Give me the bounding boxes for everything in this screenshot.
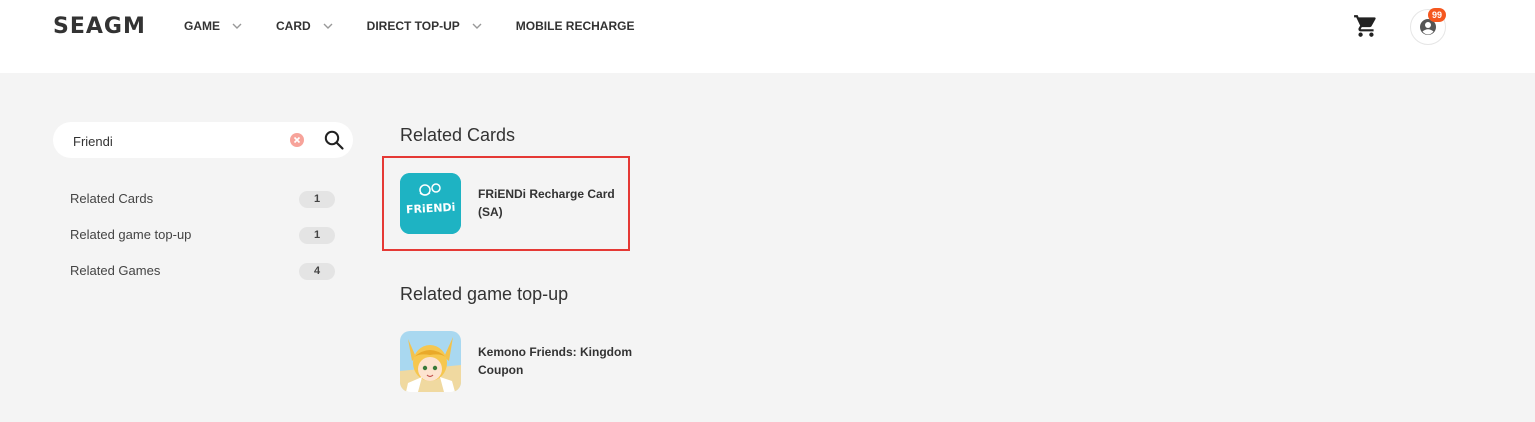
count-badge: 1: [299, 191, 335, 208]
search-box: [53, 122, 353, 158]
nav-item-label: DIRECT TOP-UP: [366, 19, 460, 33]
chevron-down-icon: [472, 23, 482, 29]
notification-badge: 99: [1428, 8, 1446, 22]
nav-item-mobile-recharge[interactable]: MOBILE RECHARGE: [516, 18, 635, 34]
sidebar-item-related-games[interactable]: Related Games 4: [70, 263, 335, 281]
count-badge: 1: [299, 227, 335, 244]
nav-item-game[interactable]: GAME: [184, 18, 242, 34]
sidebar-item-label: Related Cards: [70, 191, 154, 206]
seagm-logo[interactable]: SEAGM: [53, 14, 146, 39]
nav-item-label: MOBILE RECHARGE: [515, 19, 635, 33]
section-title-related-game-top-up: Related game top-up: [400, 284, 569, 304]
sidebar-item-related-game-top-up[interactable]: Related game top-up 1: [70, 227, 335, 245]
nav-item-label: GAME: [184, 19, 220, 33]
count-badge: 4: [299, 263, 335, 280]
sidebar-item-label: Related Games: [70, 263, 161, 278]
kemono-friends-art: [400, 331, 461, 392]
top-header: SEAGM GAME CARD DIRECT TOP-UP MOBILE REC…: [0, 0, 1535, 73]
cart-icon[interactable]: [1353, 13, 1379, 39]
search-icon[interactable]: [323, 129, 345, 151]
nav-item-label: CARD: [276, 19, 311, 33]
main-nav: GAME CARD DIRECT TOP-UP MOBILE RECHARGE: [184, 18, 668, 34]
nav-item-direct-top-up[interactable]: DIRECT TOP-UP: [367, 18, 482, 34]
chevron-down-icon: [232, 23, 242, 29]
clear-x-glyph: [293, 136, 301, 144]
sidebar-item-related-cards[interactable]: Related Cards 1: [70, 191, 335, 209]
result-item-kemono-friends[interactable]: Kemono Friends: Kingdom Coupon: [400, 331, 640, 393]
search-input[interactable]: [71, 130, 275, 152]
sidebar-item-label: Related game top-up: [70, 227, 192, 242]
clear-circle-icon[interactable]: [290, 133, 304, 147]
nav-item-card[interactable]: CARD: [276, 18, 333, 34]
section-title-related-cards: Related Cards: [400, 125, 516, 145]
result-item-name: Kemono Friends: Kingdom Coupon: [478, 345, 632, 377]
kemono-friends-image: [400, 331, 461, 392]
chevron-down-icon: [323, 23, 333, 29]
highlight-box: [382, 156, 630, 251]
